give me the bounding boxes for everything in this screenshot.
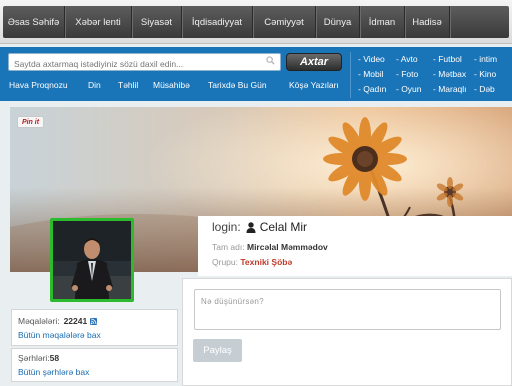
login-label: login:: [212, 220, 241, 234]
nav-item-sport[interactable]: İdman: [360, 6, 405, 38]
quicklink-photo[interactable]: - Foto: [396, 69, 418, 79]
search-box: [8, 53, 281, 72]
nav-item-society[interactable]: Cəmiyyət: [253, 6, 316, 38]
quicklink-mobile[interactable]: - Mobil: [358, 69, 384, 79]
top-nav-bar: Əsas Səhifə Xəbər lenti Siyasət İqdisadi…: [3, 6, 509, 38]
nav-item-incident[interactable]: Hadisə: [405, 6, 450, 38]
category-religion[interactable]: Din: [88, 80, 101, 90]
nav-item-more[interactable]: [450, 6, 509, 38]
search-input[interactable]: [9, 56, 259, 72]
quicklink-interesting[interactable]: - Maraqlı: [433, 84, 467, 94]
search-button[interactable]: Axtar: [286, 53, 342, 71]
nav-item-world[interactable]: Dünya: [316, 6, 360, 38]
articles-stat-box: Məqalələri: 22241 Bütün məqalələrə bax: [11, 309, 178, 346]
quicklink-football[interactable]: - Futbol: [433, 54, 462, 64]
avatar[interactable]: [50, 218, 134, 302]
quicklink-cinema[interactable]: - Kino: [474, 69, 496, 79]
category-analysis[interactable]: Təhlil: [118, 80, 138, 90]
category-weather[interactable]: Hava Proqnozu: [9, 80, 68, 90]
quicklink-intim[interactable]: - intim: [474, 54, 497, 64]
category-interview[interactable]: Müsahibə: [153, 80, 190, 90]
articles-count: 22241: [63, 316, 88, 326]
status-input[interactable]: Nə düşünürsən?: [194, 289, 501, 330]
quicklink-kitchen[interactable]: - Mətbax: [433, 69, 466, 79]
quicklink-game[interactable]: - Oyun: [396, 84, 422, 94]
comments-count: 58: [49, 353, 60, 363]
username: Celal Mir: [259, 220, 308, 234]
nav-item-politics[interactable]: Siyasət: [132, 6, 182, 38]
fullname-label: Tam adı:: [212, 242, 245, 252]
comments-line: Şərhləri: 58: [18, 353, 59, 363]
user-icon: [246, 221, 256, 233]
login-line: login: Celal Mir: [212, 220, 307, 234]
rss-icon[interactable]: [90, 317, 98, 325]
profile-info-card: login: Celal Mir Tam adı: Mircəlal Məmmə…: [198, 216, 512, 276]
share-button[interactable]: Paylaş: [193, 339, 242, 362]
fullname-row: Tam adı: Mircəlal Məmmədov: [212, 242, 328, 252]
nav-item-home[interactable]: Əsas Səhifə: [3, 6, 65, 38]
quicklink-fashion[interactable]: - Dəb: [474, 84, 495, 94]
search-icon[interactable]: [266, 56, 275, 65]
comments-label: Şərhləri:: [18, 353, 50, 363]
group-label: Qrupu:: [212, 257, 238, 267]
quicklink-auto[interactable]: - Avto: [396, 54, 418, 64]
top-navigation: Əsas Səhifə Xəbər lenti Siyasət İqdisadi…: [0, 0, 512, 44]
articles-line: Məqalələri: 22241: [18, 316, 98, 326]
all-articles-link[interactable]: Bütün məqalələrə bax: [18, 330, 101, 340]
search-category-bar: Axtar Hava Proqnozu Din Təhlil Müsahibə …: [0, 47, 512, 101]
status-post-box: Nə düşünürsən? Paylaş: [182, 278, 512, 386]
avatar-photo: [53, 221, 131, 299]
group-value: Texniki Şöbə: [240, 257, 293, 267]
quicklink-video[interactable]: - Video: [358, 54, 385, 64]
articles-label: Məqalələri:: [18, 316, 60, 326]
quicklink-women[interactable]: - Qadın: [358, 84, 386, 94]
nav-item-economy[interactable]: İqdisadiyyat: [182, 6, 253, 38]
all-comments-link[interactable]: Bütün şərhlərə bax: [18, 367, 89, 377]
pin-it-button[interactable]: Pin it: [17, 116, 44, 128]
comments-stat-box: Şərhləri: 58 Bütün şərhlərə bax: [11, 348, 178, 382]
group-row: Qrupu: Texniki Şöbə: [212, 257, 292, 267]
category-today-in-history[interactable]: Tarixdə Bu Gün: [208, 80, 267, 90]
fullname-value: Mircəlal Məmmədov: [246, 242, 328, 252]
category-columns[interactable]: Köşə Yazıları: [289, 80, 339, 90]
nav-item-news-feed[interactable]: Xəbər lenti: [65, 6, 132, 38]
page: Əsas Səhifə Xəbər lenti Siyasət İqdisadi…: [0, 0, 512, 386]
bar-divider: [350, 52, 351, 98]
